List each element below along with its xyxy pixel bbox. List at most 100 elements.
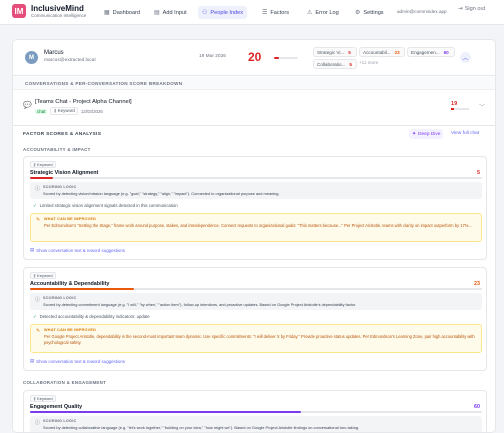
scoring-logic-box: ⓘ SCORING LOGIC Scored by detecting visi… [30,182,482,199]
source-tag: chat [35,108,48,114]
scoring-logic-text: Scored by detecting collaborative langua… [43,425,360,430]
view-full-chat-link[interactable]: View full chat [451,131,479,136]
chevron-up-icon: ︿ [462,56,469,62]
factor-value: 60 [474,404,480,410]
improvement-label: WHAT CAN BE IMPROVED [44,328,97,332]
person-row[interactable]: M Marcus marcus@extracted.local 19 Mar 2… [13,40,495,76]
keyword-tag: ⚷ Keyword [50,107,78,115]
collapse-button[interactable]: ︿ [460,52,471,63]
keyword-tag-label: Keyword [37,273,53,278]
nav-factors[interactable]: ☰ Factors [258,6,293,19]
conversation-meta: chat ⚷ Keyword 13/03/2026 [35,107,103,115]
nav-dashboard[interactable]: ▦ Dashboard [100,6,144,19]
category-accountability: ACCOUNTABILITY & IMPACT [23,147,91,152]
nav-add-input[interactable]: ▤ Add Input [150,6,191,19]
people-icon: ⚇ [202,10,208,16]
brand-name: InclusiveMind [31,4,84,13]
factor-scores-header: FACTOR SCORES & ANALYSIS [23,132,102,137]
improvement-label: WHAT CAN BE IMPROVED [44,217,97,221]
keyword-tag: ⚷ Keyword [30,161,56,168]
factor-chip-value: 5 [348,49,351,55]
show-conversation-link[interactable]: ▤ Show conversation text & reword sugges… [30,247,125,253]
keyword-tag: ⚷ Keyword [30,395,56,402]
nav-people-index-label: People Index [210,9,244,16]
overall-score-bar [274,57,298,59]
factor-chip-label: Strategic Vi... [317,49,345,55]
more-factors-link[interactable]: +11 more [359,60,378,65]
scoring-logic-label: SCORING LOGIC [43,185,77,189]
factor-value: 23 [474,281,480,287]
nav-error-log[interactable]: ⚠ Error Log [303,6,343,19]
avatar: M [25,51,38,64]
factor-chip[interactable]: Engagemen... 60 [407,47,455,57]
conversations-header: CONVERSATIONS & PER-CONVERSATION SCORE B… [13,77,495,90]
factor-chip-label: Accountabil... [363,49,391,55]
deep-dive-label: Deep Dive [418,131,441,137]
alert-icon: ⚠ [307,10,313,16]
factor-title: Strategic Vision Alignment [30,170,99,176]
factor-bar [30,288,482,290]
signout-button[interactable]: ⇥ Sign out [458,6,485,12]
nav-people-index[interactable]: ⚇ People Index [198,6,248,19]
nav-settings[interactable]: ⚙ Settings [351,6,388,19]
top-nav: IM InclusiveMind Communication Intellige… [0,0,504,25]
signout-label: Sign out [464,6,486,12]
show-conversation-label: Show conversation text & reword suggesti… [36,247,125,253]
info-icon: ⓘ [35,186,41,192]
chevron-down-icon[interactable]: ﹀ [479,102,485,111]
person-card: M Marcus marcus@extracted.local 19 Mar 2… [12,39,496,433]
person-email: marcus@extracted.local [44,58,96,63]
chat-icon: ▤ [30,247,35,252]
user-email: admin@commindex.app [397,9,447,14]
conversation-score-bar [451,108,469,110]
keyword-tag: ⚷ Keyword [30,272,56,279]
factor-title: Accountability & Dependability [30,281,110,287]
info-icon: ⓘ [35,297,41,303]
detected-signals-text: Detected accountability & dependability … [39,314,150,319]
factor-card-accountability: ⚷ Keyword Accountability & Dependability… [23,267,487,371]
category-collaboration: COLLABORATION & ENGAGEMENT [23,380,107,385]
factor-chip[interactable]: Accountabil... 23 [359,47,405,57]
grid-icon: ▦ [104,10,110,16]
key-icon: ⚷ [53,108,57,113]
overall-score: 20 [248,50,262,64]
factor-title: Engagement Quality [30,404,83,410]
brand-subtitle: Communication Intelligence [31,13,87,18]
chat-bubble-icon: 💬 [23,102,32,109]
sliders-icon: ☰ [262,10,268,16]
improvement-text: Per Google Project Aristotle, dependabil… [44,334,475,345]
lightbulb-icon: ✎ [36,328,41,334]
keyword-tag-label: Keyword [57,108,75,113]
factor-bar [30,177,482,179]
chat-icon: ▤ [30,358,35,363]
factor-chip-label: Engagemen... [411,49,440,55]
factor-value: 5 [477,170,480,176]
improvement-text: Per Edmondson's "Setting the Stage," fra… [44,223,472,228]
signout-icon: ⇥ [458,6,463,12]
scoring-logic-box: ⓘ SCORING LOGIC Scored by detecting coll… [30,416,482,432]
scoring-logic-box: ⓘ SCORING LOGIC Scored by detecting comm… [30,293,482,310]
factor-chip[interactable]: Strategic Vi... 5 [313,47,357,57]
nav-error-log-label: Error Log [315,9,339,16]
scoring-logic-label: SCORING LOGIC [43,296,77,300]
scoring-logic-label: SCORING LOGIC [43,419,77,423]
brand-logo[interactable]: IM [12,4,26,18]
detected-signals-text: Limited strategic vision alignment signa… [39,203,178,208]
nav-factors-label: Factors [270,9,290,16]
check-icon: ✓ [33,314,37,319]
factor-chip-value: 60 [443,49,449,55]
factor-bar [30,411,482,413]
scoring-logic-text: Scored by detecting commitment language … [43,302,357,307]
keyword-tag-label: Keyword [37,162,53,167]
sparkle-icon: ✦ [412,131,417,137]
show-conversation-label: Show conversation text & reword suggesti… [36,358,125,364]
nav-settings-label: Settings [363,9,384,16]
factor-chip[interactable]: Collaboratio... 5 [313,59,357,69]
check-icon: ✓ [33,203,37,208]
gear-icon: ⚙ [355,10,361,16]
brand: InclusiveMind Communication Intelligence [31,4,86,19]
person-name: Marcus [44,50,64,56]
show-conversation-link[interactable]: ▤ Show conversation text & reword sugges… [30,358,125,364]
conversation-row[interactable]: 💬 [Teams Chat - Project Alpha Channel] c… [13,91,495,126]
deep-dive-button[interactable]: ✦ Deep Dive [409,129,444,139]
